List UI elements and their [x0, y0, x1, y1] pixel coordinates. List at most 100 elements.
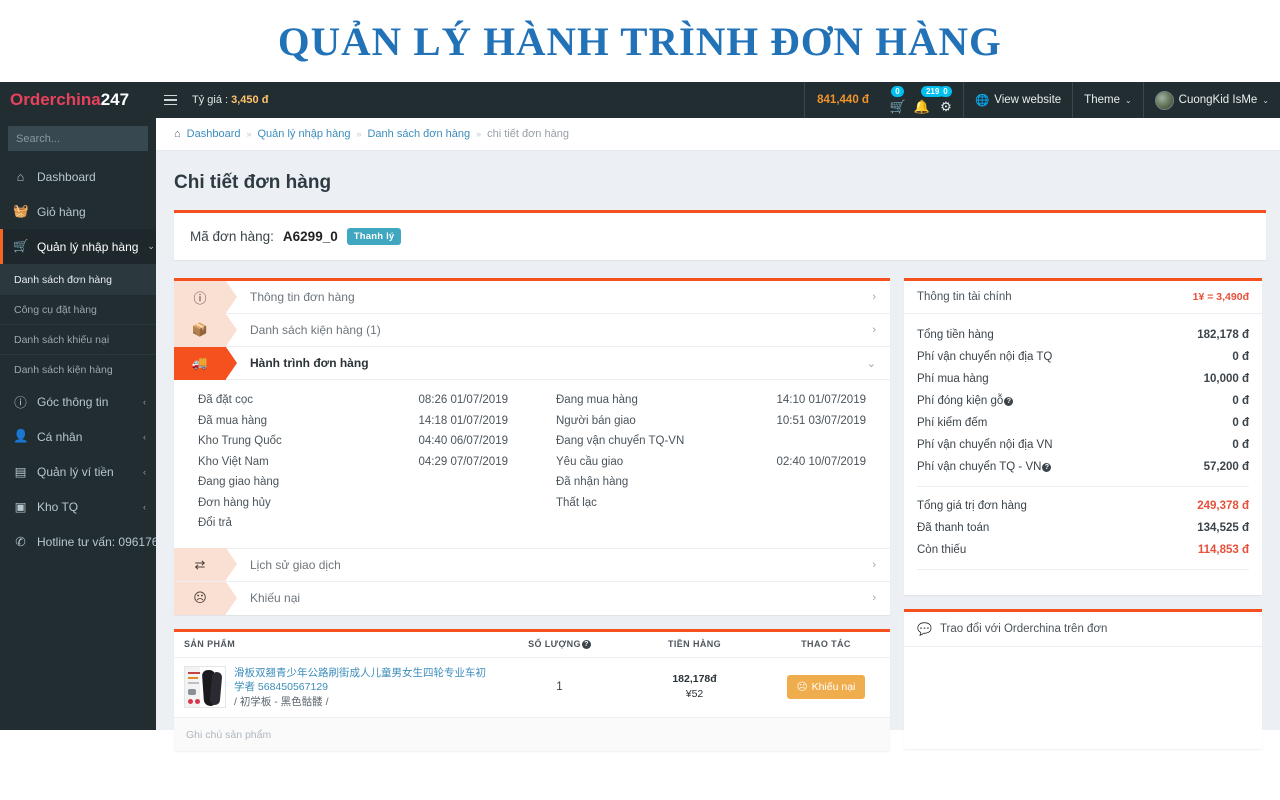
finance-row: Phí đóng kiện gỗ? 0 đ — [917, 390, 1249, 412]
financial-info-card: Thông tin tài chính 1¥ = 3,490đ Tổng tiề… — [904, 278, 1262, 595]
product-thumbnail[interactable] — [184, 665, 226, 708]
page-bottom-spacer — [0, 766, 1280, 800]
accordion-khieu-nai[interactable]: ☹ Khiếu nại › — [174, 581, 890, 615]
page-banner: QUẢN LÝ HÀNH TRÌNH ĐƠN HÀNG — [0, 0, 1280, 82]
sidebar-item-quan-ly-vi-tien[interactable]: ▤ Quản lý ví tiền ‹ — [0, 454, 156, 489]
journey-step-label: Đang mua hàng — [556, 394, 638, 406]
finance-row: Tổng tiền hàng 182,178 đ — [917, 324, 1249, 346]
basket-icon: 🧺 — [13, 204, 29, 218]
sidebar-item-label: Góc thông tin — [37, 394, 109, 409]
finance-value: 57,200 đ — [1203, 461, 1249, 473]
financial-info-title: Thông tin tài chính — [917, 291, 1012, 303]
finance-value: 182,178 đ — [1197, 329, 1249, 341]
theme-label: Theme — [1084, 94, 1120, 106]
gear-icon[interactable]: 0 ⚙ — [935, 86, 957, 113]
product-title[interactable]: 滑板双翘青少年公路刷街成人儿童男女生四轮专业车初学者 568450567129 — [234, 666, 492, 695]
sidebar-subitem-danh-sach-don-hang[interactable]: Danh sách đơn hàng — [0, 264, 156, 294]
sidebar-subitem-danh-sach-khieu-nai[interactable]: Danh sách khiếu nại — [0, 324, 156, 354]
breadcrumb-dashboard[interactable]: Dashboard — [187, 128, 241, 140]
truck-icon: 🚚 — [174, 346, 237, 380]
sidebar-item-label: Cá nhân — [37, 429, 83, 444]
product-note-input[interactable] — [186, 728, 890, 741]
product-info: 滑板双翘青少年公路刷街成人儿童男女生四轮专业车初学者 568450567129 … — [234, 666, 492, 710]
finance-row: Phí mua hàng 10,000 đ — [917, 368, 1249, 390]
sidebar-item-label: Dashboard — [37, 169, 96, 184]
complain-button[interactable]: ☹ Khiếu nại — [786, 675, 866, 700]
journey-step: Người bán giao 10:51 03/07/2019 — [556, 415, 866, 436]
sidebar-item-goc-thong-tin[interactable]: ⓘ Góc thông tin ‹ — [0, 384, 156, 419]
sidebar-subitem-label: Danh sách kiện hàng — [14, 363, 113, 376]
cart-icon[interactable]: 0 🛒 — [887, 86, 909, 113]
menu-toggle-icon[interactable] — [156, 94, 184, 106]
finance-key: Còn thiếu — [917, 544, 967, 556]
finance-key: Phí kiểm đếm — [917, 417, 988, 429]
accordion-lich-su-giao-dich[interactable]: ⇄ Lịch sử giao dịch › — [174, 548, 890, 582]
user-name-label: CuongKid IsMe — [1178, 94, 1258, 106]
complain-button-label: Khiếu nại — [811, 681, 856, 694]
sidebar: 🔍 ⌂ Dashboard 🧺 Giỏ hàng 🛒 Quản lý nhập … — [0, 118, 185, 730]
journey-step: Thất lạc — [556, 497, 866, 518]
view-website-button[interactable]: 🌐 View website — [964, 82, 1072, 118]
wallet-icon: ▤ — [14, 465, 27, 479]
chevron-left-icon: ‹ — [143, 501, 146, 512]
journey-step-label: Thất lạc — [556, 496, 597, 509]
accordion-hanh-trinh-don-hang[interactable]: 🚚 Hành trình đơn hàng ⌄ — [174, 346, 890, 380]
sidebar-item-kho-tq[interactable]: ▣ Kho TQ ‹ — [0, 489, 156, 524]
journey-step: Đã nhận hàng — [556, 476, 866, 497]
help-icon[interactable]: ? — [1004, 397, 1014, 406]
sidebar-item-ca-nhan[interactable]: 👤 Cá nhân ‹ — [0, 419, 156, 454]
finance-value: 0 đ — [1232, 417, 1249, 429]
sidebar-item-hotline[interactable]: ✆ Hotline tư vấn: 0961766758 — [0, 524, 185, 559]
search-box[interactable]: 🔍 — [8, 126, 181, 151]
breadcrumb-current: chi tiết đơn hàng — [487, 128, 569, 140]
sidebar-subitem-cong-cu-dat-hang[interactable]: Công cụ đặt hàng — [0, 294, 156, 324]
finance-row: Phí vận chuyển TQ - VN? 57,200 đ — [917, 456, 1249, 478]
user-menu[interactable]: CuongKid IsMe ⌄ — [1144, 82, 1280, 118]
exchange-rate-badge: 1¥ = 3,490đ — [1192, 291, 1249, 303]
breadcrumb-quan-ly-nhap-hang[interactable]: Quản lý nhập hàng — [258, 128, 351, 140]
breadcrumb-danh-sach-don-hang[interactable]: Danh sách đơn hàng — [367, 128, 470, 140]
finance-value: 0 đ — [1232, 395, 1249, 407]
chevron-left-icon: ‹ — [143, 396, 146, 407]
divider — [917, 569, 1249, 593]
chevron-right-icon: › — [872, 558, 876, 571]
product-note-row[interactable] — [174, 717, 890, 751]
warehouse-icon: ▣ — [14, 500, 27, 514]
sidebar-item-quan-ly-nhap-hang[interactable]: 🛒 Quản lý nhập hàng ⌄ — [0, 229, 156, 264]
exchange-rate-value: 3,450 đ — [231, 94, 269, 106]
sidebar-item-dashboard[interactable]: ⌂ Dashboard — [0, 159, 156, 194]
journey-step: Đang vận chuyển TQ-VN — [556, 435, 866, 456]
theme-menu[interactable]: Theme ⌄ — [1073, 82, 1143, 118]
chevron-down-icon: ⌄ — [1124, 95, 1132, 105]
brand-logo[interactable]: Orderchina247 — [0, 90, 156, 110]
breadcrumb: ⌂ Dashboard » Quản lý nhập hàng » Danh s… — [156, 118, 1280, 151]
status-badge: Thanh lý — [346, 228, 402, 245]
order-journey-panel: Đã đặt cọc 08:26 01/07/2019 Đã mua hàng … — [174, 380, 890, 549]
journey-step: Đã mua hàng 14:18 01/07/2019 — [198, 415, 508, 436]
accordion-thong-tin-don-hang[interactable]: ⓘ Thông tin đơn hàng › — [174, 280, 890, 314]
finance-value: 0 đ — [1232, 351, 1249, 363]
sidebar-subitem-label: Danh sách đơn hàng — [14, 273, 112, 286]
journey-step-time: 04:29 07/07/2019 — [418, 455, 508, 468]
journey-step-label: Đang vận chuyển TQ-VN — [556, 435, 685, 447]
chevron-left-icon: ‹ — [143, 466, 146, 477]
journey-step: Kho Trung Quốc 04:40 06/07/2019 — [198, 435, 508, 456]
table-header-row: SẢN PHẨM SỐ LƯỢNG? TIỀN HÀNG THAO TÁC — [174, 632, 890, 658]
accordion-label: Thông tin đơn hàng — [250, 290, 355, 304]
finance-key: Tổng giá trị đơn hàng — [917, 500, 1027, 512]
exchange-rate-display: Tỷ giá : 3,450 đ — [192, 94, 268, 106]
sidebar-item-gio-hang[interactable]: 🧺 Giỏ hàng — [0, 194, 156, 229]
product-variant: / 初学板 - 黑色骷髅 / — [234, 695, 329, 708]
bell-icon[interactable]: 219 🔔 — [911, 86, 945, 113]
sidebar-subitem-danh-sach-kien-hang[interactable]: Danh sách kiện hàng — [0, 354, 156, 384]
divider — [917, 486, 1249, 487]
product-title-link[interactable]: 滑板双翘青少年公路刷街成人儿童男女生四轮专业车初学者 568450567129 — [234, 667, 486, 694]
accordion-danh-sach-kien-hang[interactable]: 📦 Danh sách kiện hàng (1) › — [174, 313, 890, 347]
finance-total-row: Còn thiếu 114,853 đ — [917, 539, 1249, 561]
search-input[interactable] — [8, 132, 166, 145]
page-title: Chi tiết đơn hàng — [174, 172, 332, 193]
journey-step-label: Đang giao hàng — [198, 476, 280, 488]
help-icon[interactable]: ? — [1042, 463, 1052, 472]
help-icon[interactable]: ? — [581, 640, 591, 649]
finance-key-group: Phí đóng kiện gỗ? — [917, 395, 1014, 407]
